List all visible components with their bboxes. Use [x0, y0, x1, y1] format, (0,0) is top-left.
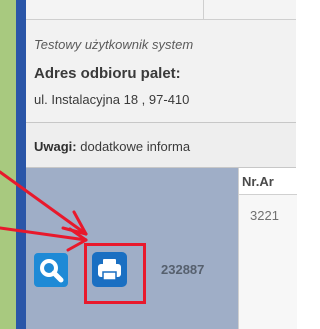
pickup-address-value: ul. Instalacyjna 18 , 97-410 [34, 92, 190, 107]
top-column-divider [203, 0, 204, 19]
order-id: 232887 [161, 262, 205, 277]
column-header-article-number: Nr.Ar [242, 174, 274, 189]
pickup-address-label: Adres odbioru palet: [34, 65, 181, 82]
selected-row-cell [26, 168, 238, 329]
left-accent-strip [0, 0, 16, 329]
search-button[interactable] [34, 253, 68, 287]
notes-value: dodatkowe informa [80, 139, 191, 154]
print-icon [98, 259, 121, 281]
top-table-row [26, 0, 296, 20]
notes-text: Uwagi: dodatkowe informa [34, 139, 190, 154]
print-button[interactable] [92, 252, 127, 287]
search-icon [40, 259, 64, 283]
user-name-text: Testowy użytkownik system [34, 37, 194, 52]
article-number-value: 3221 [250, 208, 279, 223]
left-border-strip [16, 0, 26, 329]
notes-label: Uwagi: [34, 139, 77, 154]
